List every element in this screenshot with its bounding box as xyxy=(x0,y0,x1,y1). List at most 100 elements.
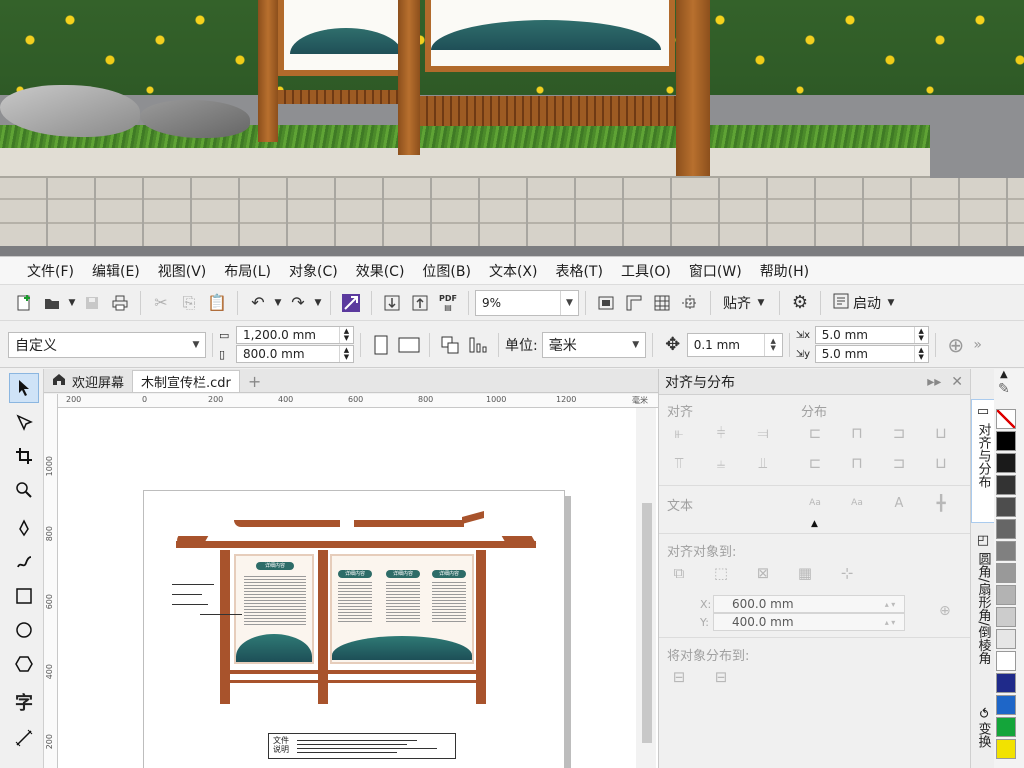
page-extent-icon[interactable]: ⊟ xyxy=(707,665,735,689)
collapse-docker-icon[interactable]: ▸▸ xyxy=(927,374,941,390)
distribute-center-icon[interactable]: ⊓ xyxy=(843,421,871,445)
distribute-left-icon[interactable]: ⊏ xyxy=(801,421,829,445)
new-tab-icon[interactable]: + xyxy=(240,370,269,392)
eyedropper-icon[interactable]: ✎ xyxy=(998,381,1010,397)
scrollbar-thumb[interactable] xyxy=(642,503,652,743)
duplicate-x-field[interactable]: 5.0 mm ▲ ▼ xyxy=(814,326,929,344)
drawing-canvas[interactable]: 详细内容 详细内容 详细内容 详细内容 文件 说明 xyxy=(58,408,658,768)
show-rulers-icon[interactable] xyxy=(620,289,648,317)
color-swatch[interactable] xyxy=(996,673,1016,693)
expand-toolbar-icon[interactable]: » xyxy=(970,331,986,359)
align-bottom-icon[interactable]: ⫫ xyxy=(749,451,777,475)
ellipse-tool-icon[interactable] xyxy=(9,615,39,645)
menu-bitmaps[interactable]: 位图(B) xyxy=(413,261,480,281)
menu-help[interactable]: 帮助(H) xyxy=(751,261,818,281)
export-icon[interactable] xyxy=(406,289,434,317)
color-swatch[interactable] xyxy=(996,541,1016,561)
add-icon[interactable]: ⊕ xyxy=(942,331,970,359)
no-color-swatch[interactable] xyxy=(996,409,1016,429)
tab-fillet-scallop-chamfer[interactable]: ◰ 圆角/扇形角/倒棱角 xyxy=(971,529,995,697)
align-center-horizontal-icon[interactable]: ⫩ xyxy=(707,421,735,445)
show-guidelines-icon[interactable] xyxy=(676,289,704,317)
export-pdf-icon[interactable]: PDF ▤ xyxy=(434,289,462,317)
color-swatch[interactable] xyxy=(996,431,1016,451)
nudge-distance-field[interactable]: 0.1 mm ▲ ▼ xyxy=(686,332,783,357)
undo-icon[interactable]: ↶ xyxy=(244,289,272,317)
grid-icon[interactable]: ▦ xyxy=(791,561,819,585)
target-point-icon[interactable]: ⊕ xyxy=(939,603,951,619)
import-icon[interactable] xyxy=(378,289,406,317)
selection-extent-icon[interactable]: ⊟ xyxy=(665,665,693,689)
text-outline-icon[interactable]: ╋ xyxy=(927,491,955,515)
units-select[interactable]: 毫米 ▼ xyxy=(541,331,646,358)
color-swatch[interactable] xyxy=(996,695,1016,715)
redo-icon[interactable]: ↷ xyxy=(284,289,312,317)
new-document-icon[interactable] xyxy=(10,289,38,317)
menu-text[interactable]: 文本(X) xyxy=(480,261,547,281)
menu-view[interactable]: 视图(V) xyxy=(149,261,216,281)
pen-tool-icon[interactable] xyxy=(9,513,39,543)
tab-transform[interactable]: ⟲ 变换 xyxy=(971,703,995,768)
align-y-field[interactable]: Y: 400.0 mm ▴ ▾ xyxy=(700,613,905,631)
snap-to-button[interactable]: 贴齐 ▼ xyxy=(717,289,773,317)
full-screen-icon[interactable] xyxy=(592,289,620,317)
menu-window[interactable]: 窗口(W) xyxy=(680,261,751,281)
search-content-icon[interactable] xyxy=(337,289,365,317)
canvas-vertical-scrollbar[interactable] xyxy=(636,408,656,768)
page-height-field[interactable]: 800.0 mm ▲ ▼ xyxy=(236,345,354,363)
color-swatch[interactable] xyxy=(996,475,1016,495)
duplicate-y-field[interactable]: 5.0 mm ▲ ▼ xyxy=(814,345,929,363)
text-first-baseline-icon[interactable]: Aa xyxy=(801,491,829,515)
page-center-icon[interactable]: ⊠ xyxy=(749,561,777,585)
portrait-icon[interactable] xyxy=(367,331,395,359)
menu-edit[interactable]: 编辑(E) xyxy=(83,261,149,281)
rectangle-tool-icon[interactable] xyxy=(9,581,39,611)
color-swatch[interactable] xyxy=(996,519,1016,539)
close-icon[interactable]: ✕ xyxy=(951,374,963,390)
distribute-top-icon[interactable]: ⊏ xyxy=(801,451,829,475)
page-edge-icon[interactable]: ⬚ xyxy=(707,561,735,585)
horizontal-ruler[interactable]: 200 0 200 400 600 800 1000 1200 毫米 xyxy=(58,394,658,408)
menu-file[interactable]: 文件(F) xyxy=(18,261,83,281)
menu-effects[interactable]: 效果(C) xyxy=(347,261,414,281)
align-center-vertical-icon[interactable]: ⫨ xyxy=(707,451,735,475)
collapse-section-icon[interactable]: ▲ xyxy=(811,519,818,529)
distribute-middle-icon[interactable]: ⊓ xyxy=(843,451,871,475)
paste-icon[interactable]: 📋 xyxy=(203,289,231,317)
align-x-field[interactable]: X: 600.0 mm ▴ ▾ xyxy=(700,595,905,613)
color-swatch[interactable] xyxy=(996,497,1016,517)
vertical-ruler[interactable]: 1000 800 600 400 200 xyxy=(44,394,58,768)
color-swatch[interactable] xyxy=(996,453,1016,473)
active-objects-icon[interactable]: ⧉ xyxy=(665,561,693,585)
menu-layout[interactable]: 布局(L) xyxy=(215,261,280,281)
align-left-icon[interactable]: ⫦ xyxy=(665,421,693,445)
color-swatch[interactable] xyxy=(996,717,1016,737)
page-width-field[interactable]: 1,200.0 mm ▲ ▼ xyxy=(236,326,354,344)
menu-tools[interactable]: 工具(O) xyxy=(612,261,680,281)
open-folder-icon[interactable] xyxy=(38,289,66,317)
menu-object[interactable]: 对象(C) xyxy=(280,261,347,281)
align-right-icon[interactable]: ⫤ xyxy=(749,421,777,445)
cut-icon[interactable]: ✂ xyxy=(147,289,175,317)
chevron-down-icon[interactable]: ▼ xyxy=(66,298,78,308)
color-swatch[interactable] xyxy=(996,739,1016,759)
chevron-down-icon[interactable]: ▼ xyxy=(272,298,284,308)
crop-tool-icon[interactable] xyxy=(9,441,39,471)
copy-icon[interactable]: ⎘ xyxy=(175,289,203,317)
save-icon[interactable] xyxy=(78,289,106,317)
specified-point-icon[interactable]: ⊹ xyxy=(833,561,861,585)
color-swatch[interactable] xyxy=(996,629,1016,649)
dimension-tool-icon[interactable] xyxy=(9,723,39,753)
palette-up-icon[interactable]: ▲ xyxy=(1000,369,1008,380)
distribute-vspacing-icon[interactable]: ⊔ xyxy=(927,451,955,475)
landscape-icon[interactable] xyxy=(395,331,423,359)
artistic-media-tool-icon[interactable] xyxy=(9,547,39,577)
menu-table[interactable]: 表格(T) xyxy=(546,261,611,281)
chevron-down-icon[interactable]: ▼ xyxy=(312,298,324,308)
text-tool-icon[interactable]: 字 xyxy=(9,687,39,717)
all-pages-icon[interactable] xyxy=(436,331,464,359)
align-top-icon[interactable]: ⫪ xyxy=(665,451,693,475)
zoom-level-select[interactable]: 9% ▼ xyxy=(475,289,579,316)
zoom-tool-icon[interactable] xyxy=(9,475,39,505)
color-swatch[interactable] xyxy=(996,585,1016,605)
